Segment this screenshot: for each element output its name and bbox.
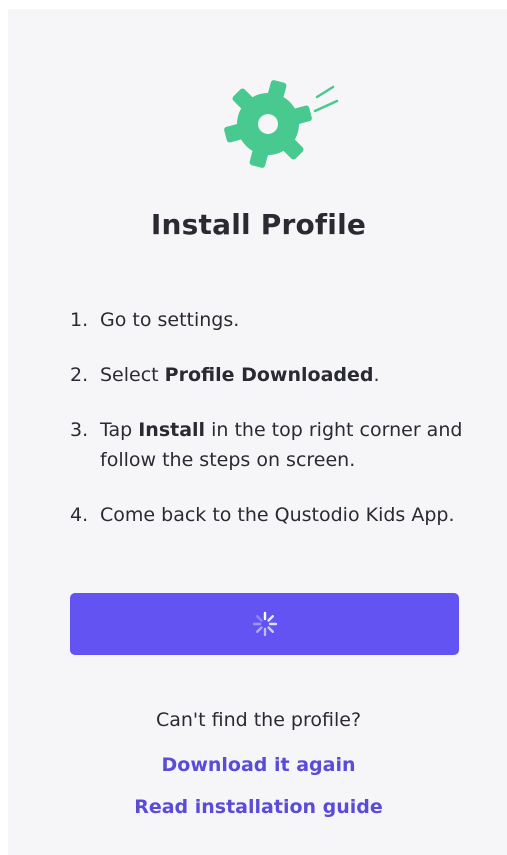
instruction-list: 1. Go to settings. 2. Select Profile Dow… bbox=[70, 305, 490, 555]
step-text: Come back to the Qustodio Kids App. bbox=[100, 504, 455, 526]
step-text: Go to settings. bbox=[100, 309, 240, 331]
step-number: 1. bbox=[70, 309, 89, 331]
page-title: Install Profile bbox=[150, 208, 367, 241]
instruction-step-3: 3. Tap Install in the top right corner a… bbox=[70, 415, 490, 475]
step-bold-text: Install bbox=[138, 419, 206, 441]
download-again-link[interactable]: Download it again bbox=[8, 754, 507, 776]
step-text-end: . bbox=[373, 364, 380, 386]
instruction-step-2: 2. Select Profile Downloaded. bbox=[70, 360, 490, 390]
step-text: Tap bbox=[100, 419, 139, 441]
instruction-step-4: 4. Come back to the Qustodio Kids App. bbox=[70, 500, 490, 530]
install-profile-screen: Install Profile 1. Go to settings. 2. Se… bbox=[8, 9, 507, 855]
step-number: 2. bbox=[70, 364, 89, 386]
step-bold-text: Profile Downloaded bbox=[164, 364, 374, 386]
gear-icon bbox=[221, 77, 341, 172]
step-number: 3. bbox=[70, 419, 89, 441]
step-text: Select bbox=[100, 364, 165, 386]
spinner-icon bbox=[252, 611, 277, 637]
install-loading-button[interactable] bbox=[70, 593, 459, 655]
step-number: 4. bbox=[70, 504, 89, 526]
installation-guide-link[interactable]: Read installation guide bbox=[8, 796, 507, 818]
help-question: Can't find the profile? bbox=[155, 709, 362, 731]
instruction-step-1: 1. Go to settings. bbox=[70, 305, 490, 335]
